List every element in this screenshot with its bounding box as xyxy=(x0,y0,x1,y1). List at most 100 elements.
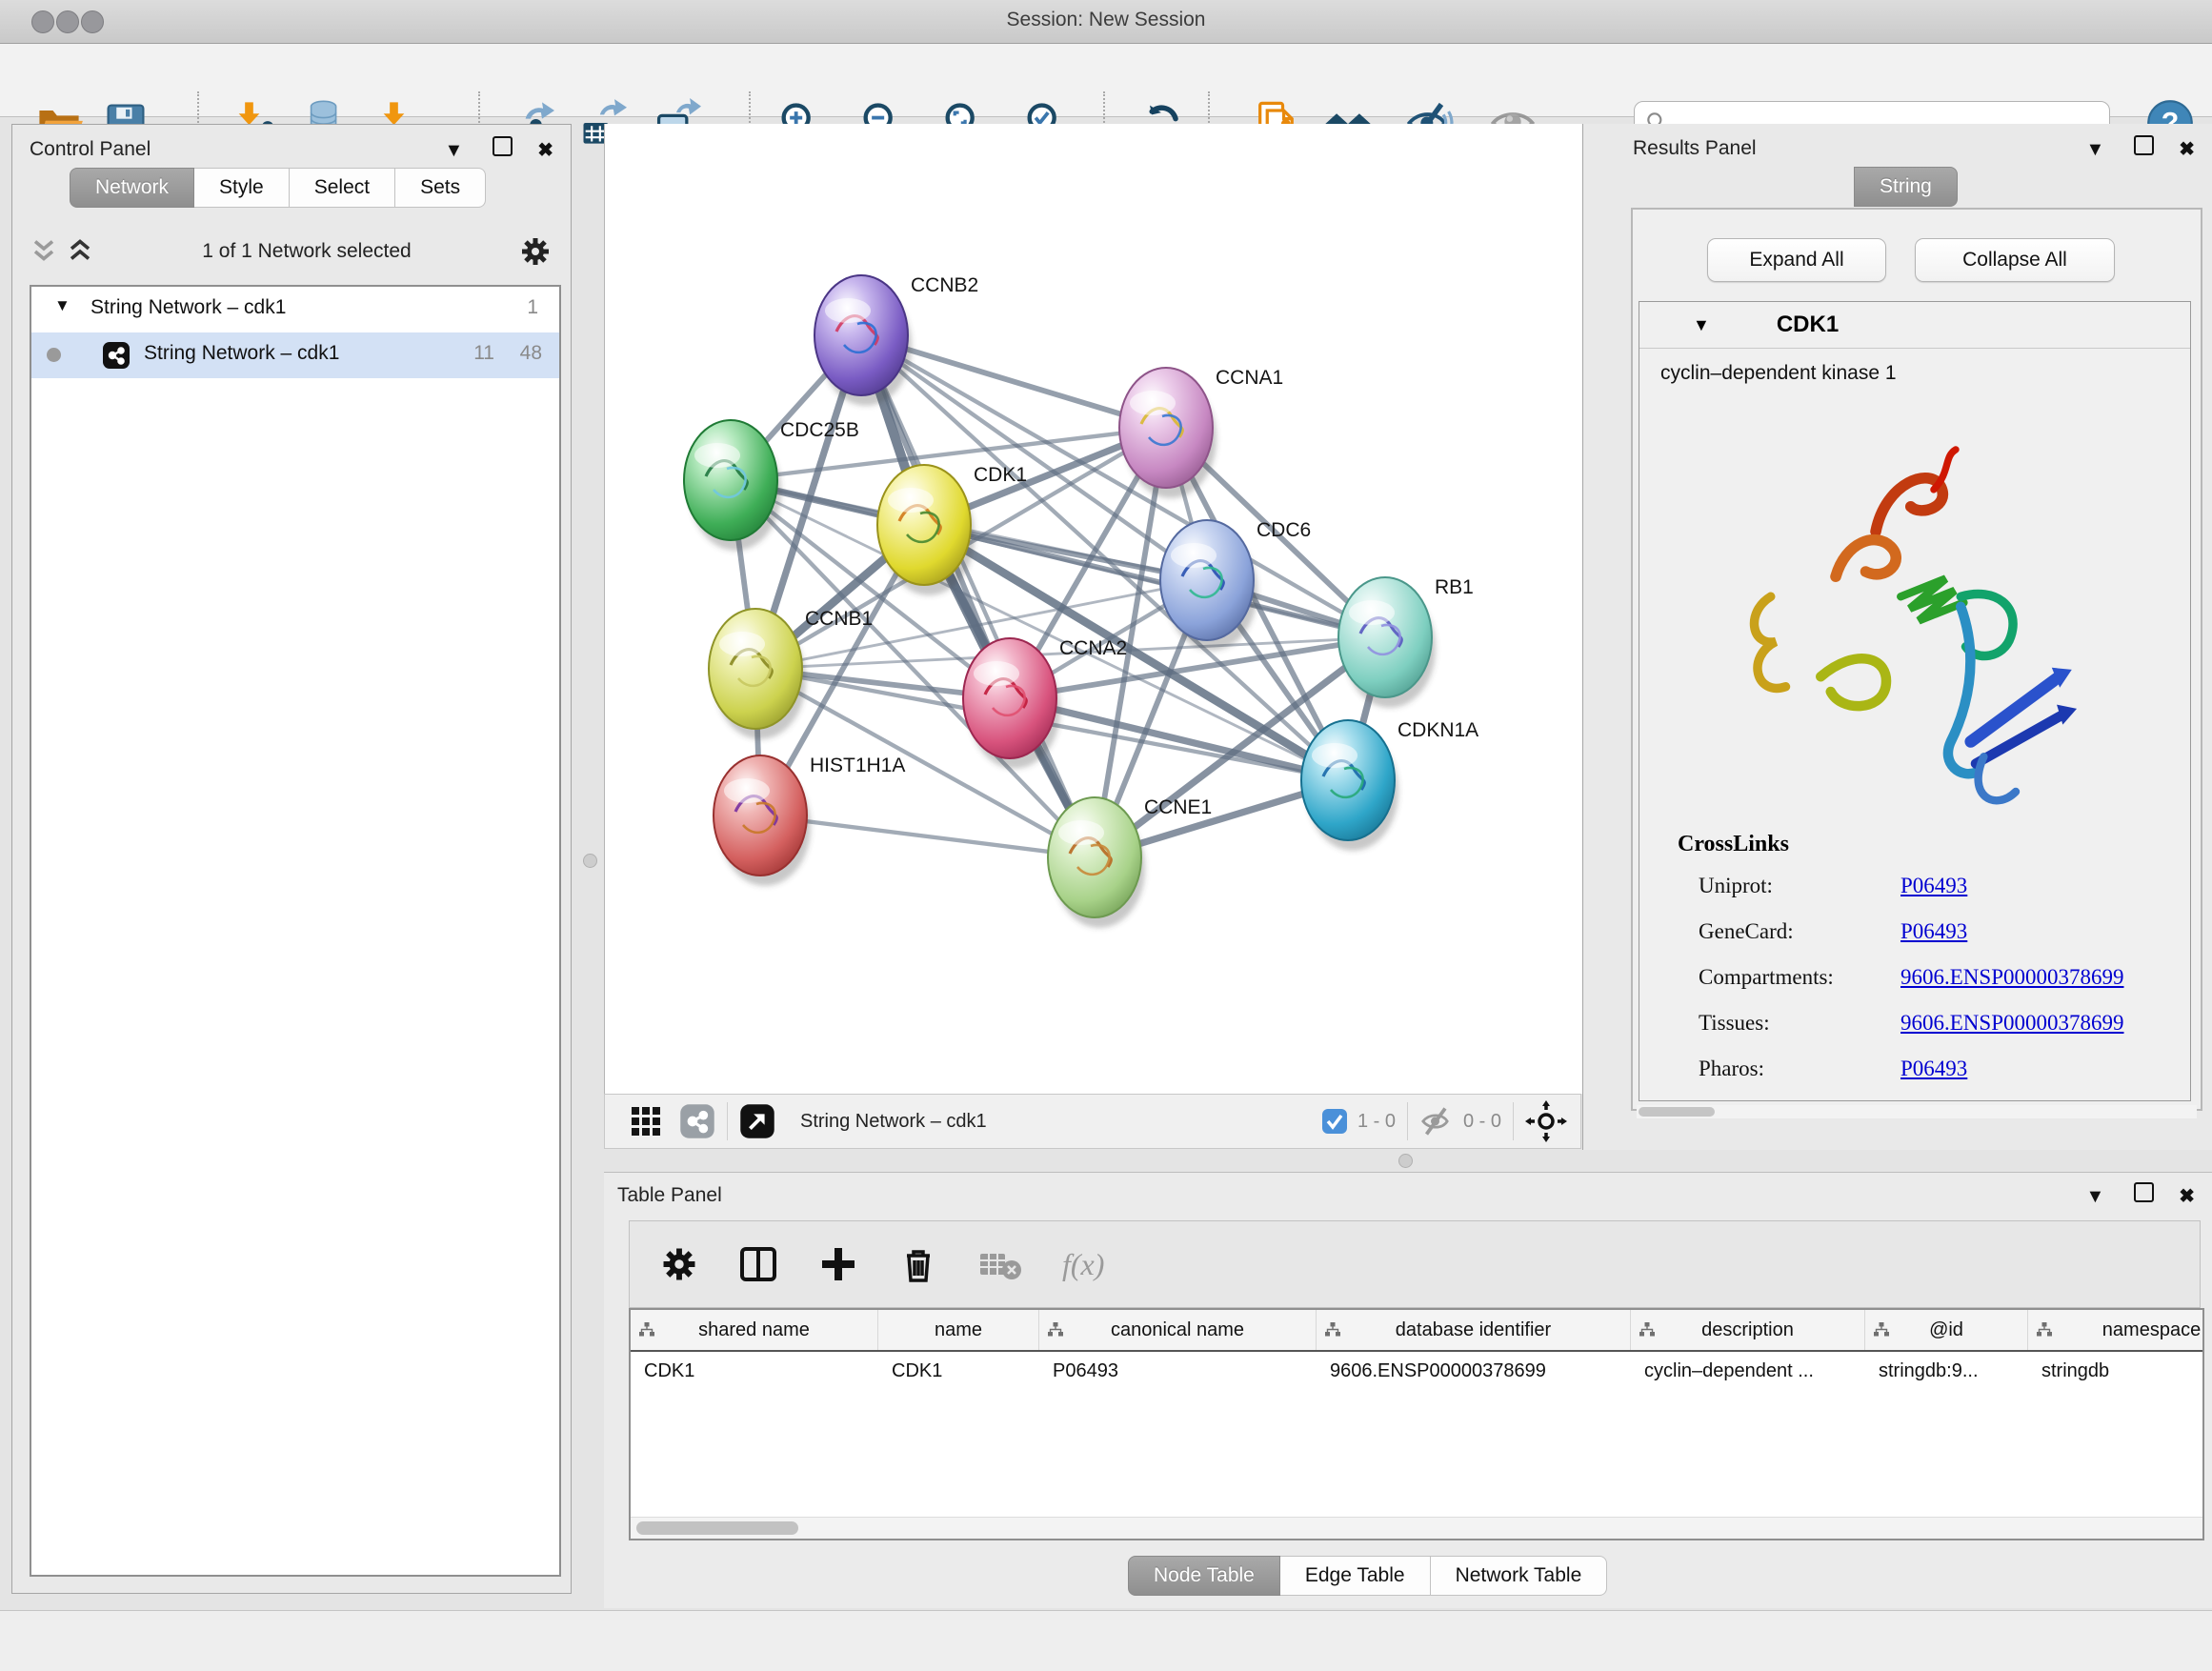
network-node-CCNB1[interactable] xyxy=(709,609,806,739)
table-hscrollbar-thumb[interactable] xyxy=(636,1521,798,1535)
column-header-name[interactable]: name xyxy=(878,1310,1039,1350)
network-options-gear-icon[interactable] xyxy=(519,235,552,268)
table-panel-tabs: Node TableEdge TableNetwork Table xyxy=(1128,1556,1607,1596)
column-header-namespace[interactable]: namespace xyxy=(2028,1310,2204,1350)
node-table[interactable]: shared namenamecanonical namedatabase id… xyxy=(629,1308,2204,1540)
title-bar: Session: New Session xyxy=(0,0,2212,44)
function-builder-icon: f(x) xyxy=(1062,1247,1104,1282)
column-type-icon xyxy=(2036,1321,2053,1339)
column-header-description[interactable]: description xyxy=(1631,1310,1865,1350)
results-hscrollbar[interactable] xyxy=(1637,1105,2197,1118)
crosslink-label: Compartments: xyxy=(1699,965,1900,990)
crosslink-value-link[interactable]: P06493 xyxy=(1900,919,1967,944)
network-node-CDKN1A[interactable] xyxy=(1301,720,1398,851)
panel-menu-icon[interactable]: ▼ xyxy=(2086,1186,2105,1207)
main-toolbar: ? xyxy=(0,44,2212,117)
collapse-entry-icon[interactable]: ▼ xyxy=(1693,315,1710,335)
expand-all-button[interactable]: Expand All xyxy=(1707,238,1886,282)
table-cell[interactable]: CDK1 xyxy=(878,1352,1039,1390)
table-cell[interactable]: stringdb:9... xyxy=(1865,1352,2028,1390)
gene-result-card: ▼ CDK1 cyclin–dependent kinase 1 xyxy=(1639,301,2191,1101)
window-title: Session: New Session xyxy=(0,9,2212,31)
network-view-icon[interactable] xyxy=(679,1103,715,1139)
node-label-CCNB2: CCNB2 xyxy=(911,274,978,296)
table-cell[interactable]: CDK1 xyxy=(631,1352,878,1390)
panel-close-icon[interactable]: ✖ xyxy=(537,140,553,161)
control-panel-title: Control Panel xyxy=(30,138,151,161)
grid-view-icon[interactable] xyxy=(628,1103,664,1139)
panel-menu-icon[interactable]: ▼ xyxy=(445,140,464,161)
node-count: 11 xyxy=(473,342,494,365)
fit-selected-crosshair-icon[interactable] xyxy=(1525,1100,1567,1142)
crosslink-label: GeneCard: xyxy=(1699,919,1900,944)
column-header-database-identifier[interactable]: database identifier xyxy=(1317,1310,1631,1350)
crosslink-value-link[interactable]: P06493 xyxy=(1900,874,1967,898)
tab-style[interactable]: Style xyxy=(194,168,290,208)
selected-count-checkbox-icon[interactable] xyxy=(1321,1108,1348,1135)
create-column-icon[interactable] xyxy=(818,1244,858,1284)
crosslink-value-link[interactable]: 9606.ENSP00000378699 xyxy=(1900,1011,2124,1036)
collapse-arrow-icon[interactable]: ▼ xyxy=(54,296,70,315)
tab-edge-table[interactable]: Edge Table xyxy=(1280,1556,1431,1596)
delete-column-icon[interactable] xyxy=(898,1244,938,1284)
column-type-icon xyxy=(638,1321,655,1339)
delete-table-icon xyxy=(978,1244,1022,1284)
table-panel-title: Table Panel xyxy=(617,1184,722,1207)
table-options-gear-icon[interactable] xyxy=(660,1245,698,1283)
collapse-all-button[interactable]: Collapse All xyxy=(1915,238,2115,282)
node-label-CCNA1: CCNA1 xyxy=(1216,367,1283,389)
column-header-shared-name[interactable]: shared name xyxy=(631,1310,878,1350)
network-node-CCNB2[interactable] xyxy=(814,275,912,406)
table-cell[interactable]: cyclin–dependent ... xyxy=(1631,1352,1865,1390)
panel-float-icon[interactable] xyxy=(2134,135,2154,155)
network-node-RB1[interactable] xyxy=(1338,577,1436,708)
table-cell[interactable]: 9606.ENSP00000378699 xyxy=(1317,1352,1631,1390)
node-label-CDKN1A: CDKN1A xyxy=(1398,719,1478,741)
column-type-icon xyxy=(1873,1321,1890,1339)
network-node-CDK1[interactable] xyxy=(877,465,975,595)
node-label-RB1: RB1 xyxy=(1435,576,1474,598)
network-node-HIST1H1A[interactable] xyxy=(714,755,811,886)
tab-select[interactable]: Select xyxy=(290,168,395,208)
network-node-CCNE1[interactable] xyxy=(1048,797,1145,928)
network-tree-root-row[interactable]: ▼ String Network – cdk1 1 xyxy=(31,287,559,332)
statusbar-separator xyxy=(1513,1102,1514,1140)
tab-sets[interactable]: Sets xyxy=(395,168,486,208)
collapse-all-networks-icon[interactable] xyxy=(30,237,58,266)
column-header-canonical-name[interactable]: canonical name xyxy=(1039,1310,1317,1350)
crosslink-value-link[interactable]: P06493 xyxy=(1900,1057,1967,1081)
crosslink-value-link[interactable]: 9606.ENSP00000378699 xyxy=(1900,965,2124,990)
horizontal-splitter-handle[interactable] xyxy=(1398,1154,1413,1168)
panel-float-icon[interactable] xyxy=(493,136,513,156)
node-label-HIST1H1A: HIST1H1A xyxy=(810,755,905,776)
expand-all-networks-icon[interactable] xyxy=(66,237,94,266)
column-type-icon xyxy=(1639,1321,1656,1339)
panel-close-icon[interactable]: ✖ xyxy=(2179,139,2195,160)
table-cell[interactable]: stringdb xyxy=(2028,1352,2204,1390)
tab-network-table[interactable]: Network Table xyxy=(1431,1556,1608,1596)
birds-eye-view-icon[interactable] xyxy=(739,1103,775,1139)
node-label-CDK1: CDK1 xyxy=(974,464,1027,486)
status-bar: Memory xyxy=(0,1610,2212,1671)
network-node-CDC6[interactable] xyxy=(1160,520,1257,651)
tab-node-table[interactable]: Node Table xyxy=(1128,1556,1280,1596)
panel-menu-icon[interactable]: ▼ xyxy=(2086,139,2105,160)
table-cell[interactable]: P06493 xyxy=(1039,1352,1317,1390)
network-node-CCNA2[interactable] xyxy=(963,638,1060,769)
table-hscrollbar[interactable] xyxy=(631,1517,2202,1539)
node-label-CDC25B: CDC25B xyxy=(780,419,859,441)
network-tree-child-row[interactable]: String Network – cdk1 11 48 xyxy=(31,332,559,378)
show-columns-icon[interactable] xyxy=(738,1244,778,1284)
network-collection-label: String Network – cdk1 xyxy=(90,296,286,319)
tab-network[interactable]: Network xyxy=(70,168,194,208)
control-panel-tabs: NetworkStyleSelectSets xyxy=(70,168,486,208)
column-header--id[interactable]: @id xyxy=(1865,1310,2028,1350)
network-view-canvas[interactable]: CCNB2CCNA1CDC25BCDK1CDC6RB1CCNB1CCNA2CDK… xyxy=(604,124,1583,1094)
current-network-dot-icon xyxy=(47,348,61,362)
left-splitter-handle[interactable] xyxy=(583,854,597,868)
panel-float-icon[interactable] xyxy=(2134,1182,2154,1202)
hidden-count-eye-icon xyxy=(1419,1104,1454,1138)
network-edge-CCNB2-CCNE1[interactable] xyxy=(861,335,1095,857)
tab-string[interactable]: String xyxy=(1854,167,1958,207)
panel-close-icon[interactable]: ✖ xyxy=(2179,1186,2195,1207)
